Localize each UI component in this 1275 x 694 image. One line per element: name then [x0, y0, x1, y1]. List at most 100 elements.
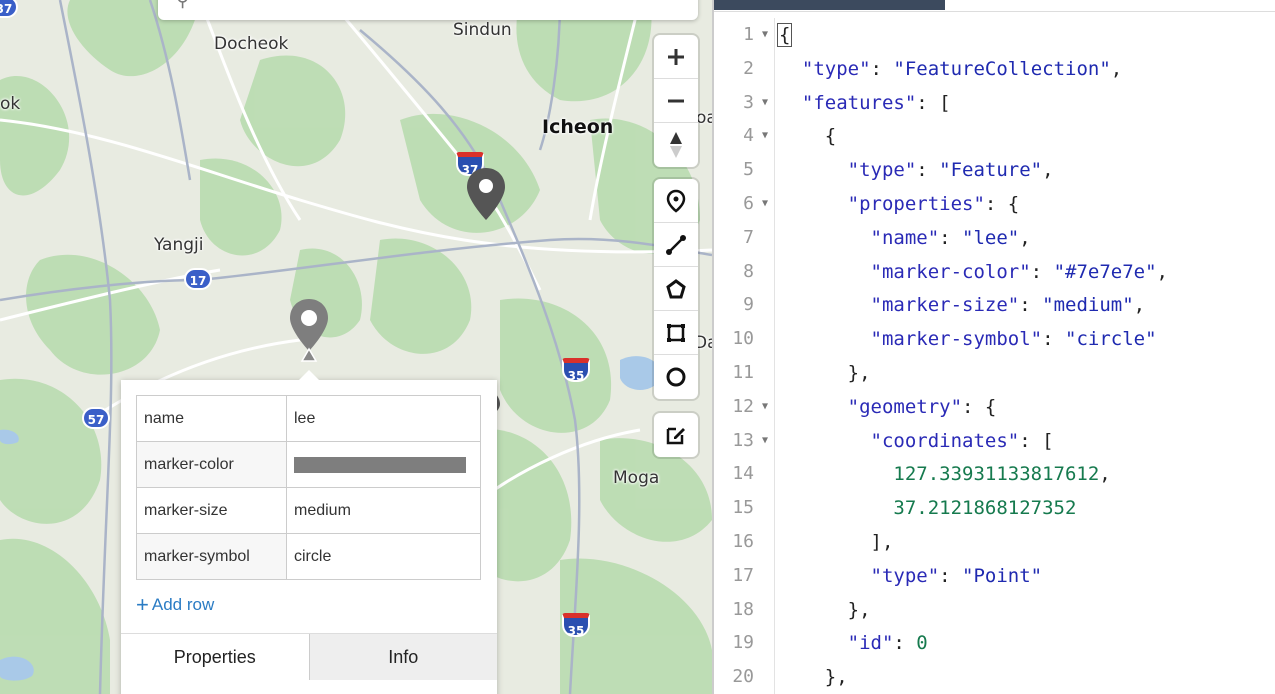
line-number: 6: [743, 193, 754, 214]
feature-properties-popup: name lee marker-color marker-size medium…: [121, 370, 497, 694]
rectangle-icon: [667, 323, 685, 342]
code-text: 127.33931133817612,: [893, 463, 1111, 486]
code-line[interactable]: 1 ▼ {: [714, 18, 1275, 52]
json-string: "medium": [1042, 294, 1134, 317]
code-line[interactable]: 20 },: [714, 660, 1275, 694]
line-number: 10: [732, 328, 754, 350]
code-text: "properties": {: [847, 193, 1020, 215]
code-line[interactable]: 3 ▼ "features": [: [714, 86, 1275, 120]
edit-geometries-button[interactable]: [654, 413, 698, 457]
json-string: "Feature": [939, 159, 1043, 182]
polygon-icon: [666, 278, 686, 298]
draw-point-button[interactable]: [654, 179, 698, 223]
text-cursor: {: [777, 23, 793, 47]
code-line[interactable]: 18 },: [714, 593, 1275, 627]
zoom-out-button[interactable]: [654, 79, 698, 123]
map-pin-icon: [666, 189, 686, 213]
fold-arrow-icon[interactable]: ▼: [762, 119, 768, 153]
line-number: 15: [732, 497, 754, 519]
tab-info[interactable]: Info: [308, 634, 497, 680]
line-number: 1: [743, 24, 754, 45]
code-line[interactable]: 9 "marker-size": "medium",: [714, 288, 1275, 322]
search-bar[interactable]: ⚲: [158, 0, 698, 20]
property-value[interactable]: lee: [286, 395, 481, 442]
search-icon: ⚲: [176, 0, 190, 10]
json-string: "#7e7e7e": [1053, 260, 1157, 283]
json-key: "type": [801, 57, 871, 80]
code-line[interactable]: 4 ▼ {: [714, 119, 1275, 153]
code-line[interactable]: 19 "id": 0: [714, 626, 1275, 660]
code-line[interactable]: 14 127.33931133817612,: [714, 457, 1275, 491]
map-view[interactable]: Docheok Sindun Icheon Yangji Moga ok Da …: [0, 0, 712, 694]
json-number: 0: [916, 632, 928, 655]
fold-arrow-icon[interactable]: ▼: [762, 86, 768, 120]
code-line[interactable]: 10 "marker-symbol": "circle": [714, 322, 1275, 356]
zoom-in-button[interactable]: [654, 35, 698, 79]
code-text: },: [779, 666, 848, 689]
place-label: Sindun: [453, 20, 512, 40]
property-key[interactable]: name: [136, 395, 287, 442]
line-number: 5: [743, 159, 754, 181]
code-line[interactable]: 16 ],: [714, 525, 1275, 559]
code-text: {: [779, 125, 837, 148]
json-key: "type": [870, 564, 940, 587]
line-number: 13: [732, 429, 754, 451]
code-text: ],: [779, 531, 894, 553]
search-input[interactable]: [198, 0, 598, 12]
line-number: 9: [743, 294, 754, 316]
line-number: 18: [732, 598, 754, 620]
code-line[interactable]: 13 ▼ "coordinates": [: [714, 424, 1275, 458]
add-row-button[interactable]: + Add row: [136, 592, 214, 618]
place-label: oal: [696, 108, 712, 128]
line-number: 3: [743, 91, 754, 113]
json-key: "coordinates": [870, 429, 1020, 452]
json-key: "id": [847, 632, 894, 655]
properties-table: name lee marker-color marker-size medium…: [136, 395, 481, 580]
code-line[interactable]: 15 37.2121868127352: [714, 491, 1275, 525]
code-line[interactable]: 2 "type": "FeatureCollection",: [714, 52, 1275, 86]
draw-circle-button[interactable]: [654, 355, 698, 399]
fold-arrow-icon[interactable]: ▼: [762, 424, 768, 458]
code-line[interactable]: 12 ▼ "geometry": {: [714, 390, 1275, 424]
code-line[interactable]: 8 "marker-color": "#7e7e7e",: [714, 255, 1275, 289]
place-label: ok: [0, 94, 21, 114]
reset-bearing-button[interactable]: [654, 123, 698, 167]
code-text: "marker-symbol": "circle": [870, 328, 1157, 351]
line-number: 16: [732, 531, 754, 552]
property-value[interactable]: circle: [286, 533, 481, 580]
line-number: 19: [732, 632, 754, 654]
plus-icon: [668, 48, 684, 65]
map-marker-pin-icon[interactable]: [288, 297, 330, 363]
tab-properties[interactable]: Properties: [121, 634, 309, 680]
code-line[interactable]: 7 "name": "lee",: [714, 221, 1275, 255]
color-swatch[interactable]: [294, 456, 466, 473]
fold-arrow-icon[interactable]: ▼: [762, 18, 768, 52]
map-marker-pin-icon[interactable]: [465, 166, 507, 222]
code-line[interactable]: 5 "type": "Feature",: [714, 153, 1275, 187]
line-number: 7: [743, 226, 754, 248]
fold-arrow-icon[interactable]: ▼: [762, 187, 768, 221]
code-line[interactable]: 6 ▼ "properties": {: [714, 187, 1275, 221]
property-value[interactable]: [286, 441, 481, 488]
line-number: 20: [732, 666, 754, 688]
property-value[interactable]: medium: [286, 487, 481, 534]
code-line[interactable]: 11 },: [714, 356, 1275, 390]
draw-polygon-button[interactable]: [654, 267, 698, 311]
line-icon: [666, 234, 686, 255]
line-number: 2: [743, 57, 754, 79]
fold-arrow-icon[interactable]: ▼: [762, 390, 768, 424]
property-key[interactable]: marker-size: [136, 487, 287, 534]
code-line[interactable]: 17 "type": "Point": [714, 559, 1275, 593]
property-key[interactable]: marker-symbol: [136, 533, 287, 580]
json-number: 127.33931133817612: [893, 463, 1100, 486]
property-key[interactable]: marker-color: [136, 441, 287, 488]
tab-json[interactable]: [714, 0, 945, 10]
draw-line-button[interactable]: [654, 223, 698, 267]
place-label: Yangji: [154, 235, 204, 255]
circle-icon: [666, 367, 686, 387]
editor-tab-bar: [714, 0, 1275, 12]
code-text: "id": 0: [847, 632, 928, 655]
code-text: "marker-size": "medium",: [870, 294, 1146, 317]
draw-rectangle-button[interactable]: [654, 311, 698, 355]
json-editor[interactable]: 1 ▼ {2 "type": "FeatureCollection", 3 ▼ "fea…: [712, 0, 1275, 694]
